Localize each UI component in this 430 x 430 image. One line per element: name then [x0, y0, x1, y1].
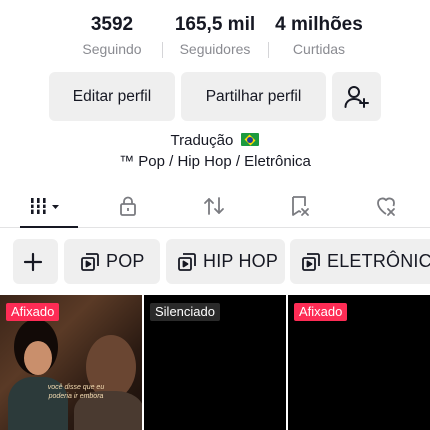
tab-private[interactable] — [100, 186, 156, 226]
brazil-flag-icon — [241, 133, 260, 146]
add-friends-button[interactable] — [332, 72, 381, 121]
likes-stat[interactable]: 4 milhões Curtidas — [270, 12, 368, 59]
tab-videos[interactable] — [12, 186, 78, 228]
pinned-badge: Afixado — [294, 303, 348, 321]
lock-icon — [120, 196, 136, 216]
tab-reposts[interactable] — [186, 186, 242, 226]
playlist-label: HIP HOP — [203, 251, 279, 271]
tab-liked[interactable] — [358, 186, 414, 226]
playlist-icon — [302, 252, 320, 271]
repost-icon — [204, 197, 224, 215]
bio-line-2: ™ Pop / Hip Hop / Eletrônica — [119, 153, 311, 170]
following-stat[interactable]: 3592 Seguindo — [76, 12, 148, 59]
followers-count: 165,5 mil — [174, 14, 256, 35]
add-user-icon — [344, 85, 369, 108]
edit-profile-button[interactable]: Editar perfil — [49, 72, 175, 121]
likes-label: Curtidas — [292, 41, 346, 57]
pinned-badge: Afixado — [6, 303, 60, 321]
profile-stats: 3592 Seguindo 165,5 mil Seguidores 4 mil… — [0, 12, 430, 62]
thumbnail-figure — [24, 341, 52, 375]
stat-divider — [162, 42, 163, 58]
video-thumbnail[interactable]: Afixado — [288, 295, 430, 430]
stat-divider — [268, 42, 269, 58]
video-grid: Afixado você disse que eu poderia ir emb… — [0, 295, 430, 430]
bio-line-1: Tradução — [0, 132, 430, 149]
video-thumbnail[interactable]: Silenciado — [144, 295, 286, 430]
share-profile-button[interactable]: Partilhar perfil — [181, 72, 326, 121]
followers-label: Seguidores — [179, 41, 251, 57]
playlist-chip-hip-hop[interactable]: HIP HOP — [166, 239, 285, 284]
plus-icon — [23, 252, 42, 271]
following-count: 3592 — [90, 14, 134, 35]
playlist-chip-eletronica[interactable]: ELETRÔNICA — [290, 239, 430, 284]
bio-text: Tradução — [170, 132, 234, 149]
following-label: Seguindo — [82, 41, 142, 57]
muted-badge: Silenciado — [150, 303, 220, 321]
liked-hidden-icon — [377, 197, 395, 216]
likes-count: 4 milhões — [275, 14, 363, 35]
playlist-label: ELETRÔNICA — [327, 251, 430, 271]
playlist-row: POP HIP HOP ELETRÔNICA — [0, 239, 430, 285]
video-caption: você disse que eu poderia ir embora — [47, 384, 105, 400]
grid-icon — [29, 198, 59, 214]
playlist-label: POP — [106, 251, 145, 271]
video-thumbnail[interactable]: Afixado você disse que eu poderia ir emb… — [0, 295, 142, 430]
bookmark-icon — [292, 196, 309, 216]
followers-stat[interactable]: 165,5 mil Seguidores — [168, 12, 262, 59]
playlist-chip-pop[interactable]: POP — [64, 239, 160, 284]
profile-tabs — [0, 186, 430, 228]
add-playlist-button[interactable] — [13, 239, 58, 284]
playlist-icon — [178, 252, 196, 271]
tab-saved[interactable] — [272, 186, 328, 226]
playlist-icon — [81, 252, 99, 271]
